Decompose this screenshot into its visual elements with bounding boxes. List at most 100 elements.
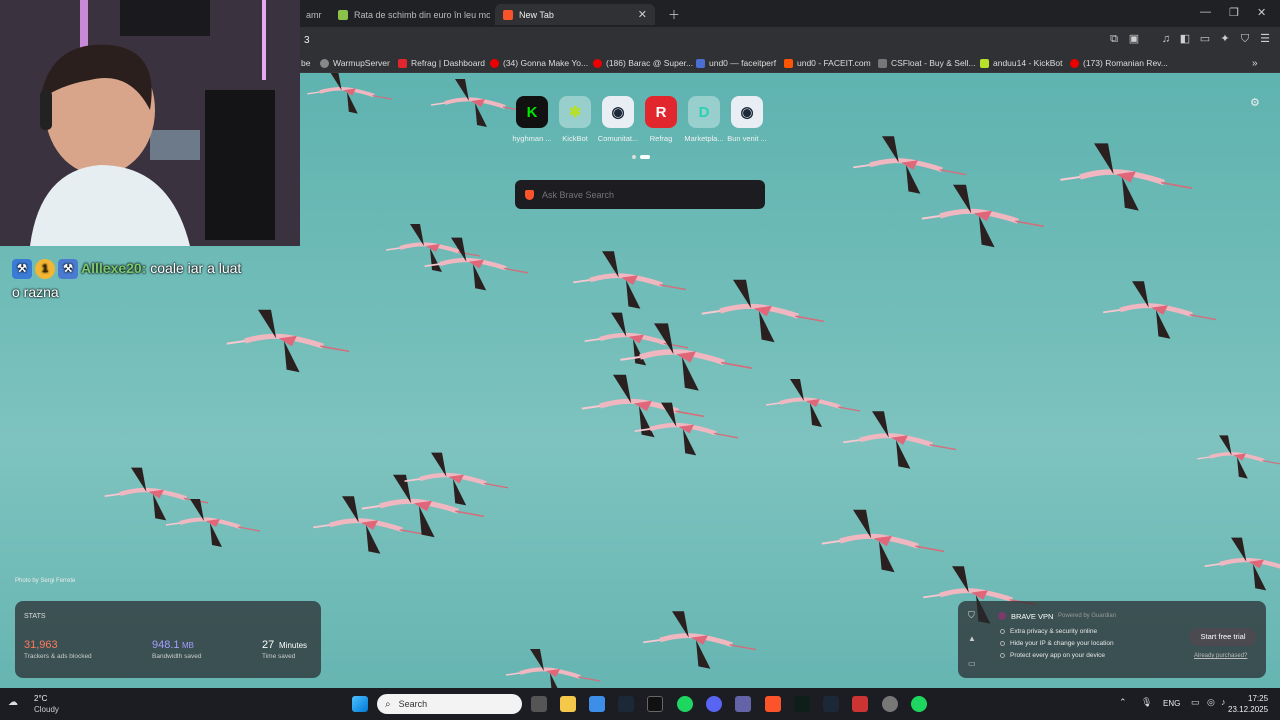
- wallet-icon[interactable]: ▭: [1198, 32, 1212, 46]
- chat-message: coale iar a luat: [150, 260, 242, 276]
- top-site-tile[interactable]: ◉ Comunitat...: [596, 96, 640, 143]
- vpn-powered-by: Powered by Guardian: [1058, 613, 1117, 619]
- cards-icon[interactable]: ▭: [968, 659, 976, 668]
- chevron-up-icon[interactable]: ⌃: [1119, 697, 1127, 708]
- close-tab-icon[interactable]: ✕: [638, 8, 647, 21]
- vpn-bullet: Hide your IP & change your location: [1000, 640, 1114, 647]
- clock-time[interactable]: 17:25: [1248, 694, 1268, 703]
- bookmark-item[interactable]: und0 — faceitperf: [696, 56, 776, 70]
- spotify-icon[interactable]: [911, 696, 927, 712]
- youtube-icon: [593, 58, 602, 68]
- search-input[interactable]: [542, 189, 742, 200]
- vpn-bullet-text: Extra privacy & security online: [1010, 628, 1098, 635]
- weather-temp[interactable]: 2°C: [34, 694, 47, 703]
- obs-icon[interactable]: [882, 696, 898, 712]
- network-icon[interactable]: ◎: [1207, 697, 1215, 708]
- vpn-bullet: Protect every app on your device: [1000, 652, 1105, 659]
- minimize-icon[interactable]: —: [1200, 6, 1211, 18]
- taskbar-search[interactable]: ⌕ Search: [377, 694, 522, 714]
- bookmark-item[interactable]: WarmupServer: [320, 56, 390, 70]
- bookmark-item[interactable]: (34) Gonna Make Yo...: [490, 56, 588, 70]
- store-icon[interactable]: [589, 696, 605, 712]
- bookmark-label: und0 — faceitperf: [709, 58, 777, 68]
- chat-username: Alllexe20:: [81, 260, 147, 276]
- steam-icon[interactable]: [823, 696, 839, 712]
- screenshot-icon[interactable]: ▣: [1127, 32, 1141, 46]
- taskbar-search-label: Search: [398, 699, 428, 709]
- vpn-shield-icon[interactable]: ⛉: [1238, 32, 1252, 46]
- bookmark-item[interactable]: (186) Barac @ Super...: [593, 56, 693, 70]
- bookmark-favicon-icon: [696, 58, 705, 68]
- youtube-icon: [490, 58, 499, 68]
- tab-favicon-icon: [338, 9, 348, 20]
- leo-ai-icon[interactable]: ✦: [1218, 32, 1232, 46]
- close-window-icon[interactable]: ✕: [1257, 6, 1266, 19]
- file-explorer-icon[interactable]: [560, 696, 576, 712]
- page-dot-active[interactable]: [640, 155, 650, 159]
- media-icon[interactable]: ♫: [1159, 32, 1173, 46]
- bookmark-item[interactable]: und0 - FACEIT.com: [784, 56, 871, 70]
- brave-search-box[interactable]: [515, 180, 765, 209]
- bookmark-item[interactable]: (173) Romanian Rev...: [1070, 56, 1168, 70]
- brave-logo-icon: [525, 189, 534, 200]
- sidebar-icon[interactable]: ◧: [1178, 32, 1192, 46]
- top-site-label: KickBot: [562, 134, 588, 143]
- weather-condition[interactable]: Cloudy: [34, 705, 59, 714]
- language-indicator[interactable]: ENG: [1163, 699, 1180, 708]
- new-tab-button[interactable]: ＋: [660, 4, 680, 25]
- microphone-icon[interactable]: 🎙: [1141, 697, 1152, 708]
- restore-icon[interactable]: ❐: [1229, 6, 1239, 19]
- top-site-tile[interactable]: D Marketpla...: [682, 96, 726, 143]
- steam-icon: ◉: [731, 96, 763, 128]
- start-trial-button[interactable]: Start free trial: [1189, 628, 1257, 646]
- volume-icon[interactable]: ♪: [1221, 697, 1226, 707]
- bullet-icon: [1000, 653, 1005, 658]
- app-icon[interactable]: [794, 696, 810, 712]
- display-icon[interactable]: ▭: [1191, 697, 1200, 708]
- bookmark-label: anduu14 - KickBot: [993, 58, 1063, 68]
- bookmark-item[interactable]: CSFloat - Buy & Sell...: [878, 56, 976, 70]
- windows-taskbar: ☁ 2°C Cloudy ⌃ 🎙 ENG ▭ ◎ ♪ 17:25 23.12.2…: [0, 688, 1280, 720]
- address-input[interactable]: [300, 31, 1060, 49]
- windows-start-icon[interactable]: [352, 696, 368, 712]
- task-view-icon[interactable]: [531, 696, 547, 712]
- customize-gear-icon[interactable]: ⚙: [1250, 96, 1260, 109]
- bookmark-favicon-icon: [878, 58, 887, 68]
- top-site-label: hyghman ...: [512, 134, 552, 143]
- epic-games-icon[interactable]: [647, 696, 663, 712]
- clock-date[interactable]: 23.12.2025: [1228, 705, 1268, 714]
- trackers-value: 31,963: [24, 639, 58, 651]
- bookmark-item[interactable]: anduu14 - KickBot: [980, 56, 1062, 70]
- teams-icon[interactable]: [735, 696, 751, 712]
- discord-icon[interactable]: [706, 696, 722, 712]
- badge-icon: ⚒: [12, 259, 32, 280]
- youtube-icon: [1070, 58, 1079, 68]
- vpn-shield-icon[interactable]: ⛉: [968, 610, 975, 621]
- menu-icon[interactable]: ☰: [1258, 32, 1272, 46]
- spotify-icon[interactable]: [677, 696, 693, 712]
- brave-taskbar-icon[interactable]: [765, 696, 781, 712]
- top-site-tile[interactable]: ✱ KickBot: [553, 96, 597, 143]
- vpn-widget: ⛉ ▲ ▭ BRAVE VPN Powered by Guardian Extr…: [958, 601, 1266, 678]
- top-site-label: Refrag: [649, 134, 673, 143]
- photo-credit: Photo by Sergi Ferrete: [15, 578, 76, 584]
- bookmark-item[interactable]: Refrag | Dashboard: [398, 56, 485, 70]
- top-site-tile[interactable]: ◉ Bun venit ...: [725, 96, 769, 143]
- news-icon[interactable]: ▲: [968, 634, 976, 643]
- app-icon[interactable]: [852, 696, 868, 712]
- top-site-tile[interactable]: R Refrag: [639, 96, 683, 143]
- more-bookmarks-icon[interactable]: »: [1252, 56, 1258, 70]
- marketplace-icon: D: [688, 96, 720, 128]
- tab-exchange-rate[interactable]: Rata de schimb din euro în leu moldo: [330, 4, 490, 25]
- top-site-label: Bun venit ...: [727, 134, 767, 143]
- vpn-bullet: Extra privacy & security online: [1000, 628, 1097, 635]
- already-purchased-link[interactable]: Already purchased?: [1194, 653, 1247, 659]
- top-site-tile[interactable]: K hyghman ...: [510, 96, 554, 143]
- page-dot[interactable]: [632, 155, 636, 159]
- badge-icon: ⚒: [58, 259, 78, 280]
- tab-partial[interactable]: amr: [298, 4, 326, 25]
- tab-new-tab[interactable]: New Tab ✕: [495, 4, 655, 25]
- bookmark-item[interactable]: be: [301, 56, 310, 70]
- extensions-icon[interactable]: ⧉: [1107, 32, 1121, 46]
- steam-icon[interactable]: [618, 696, 634, 712]
